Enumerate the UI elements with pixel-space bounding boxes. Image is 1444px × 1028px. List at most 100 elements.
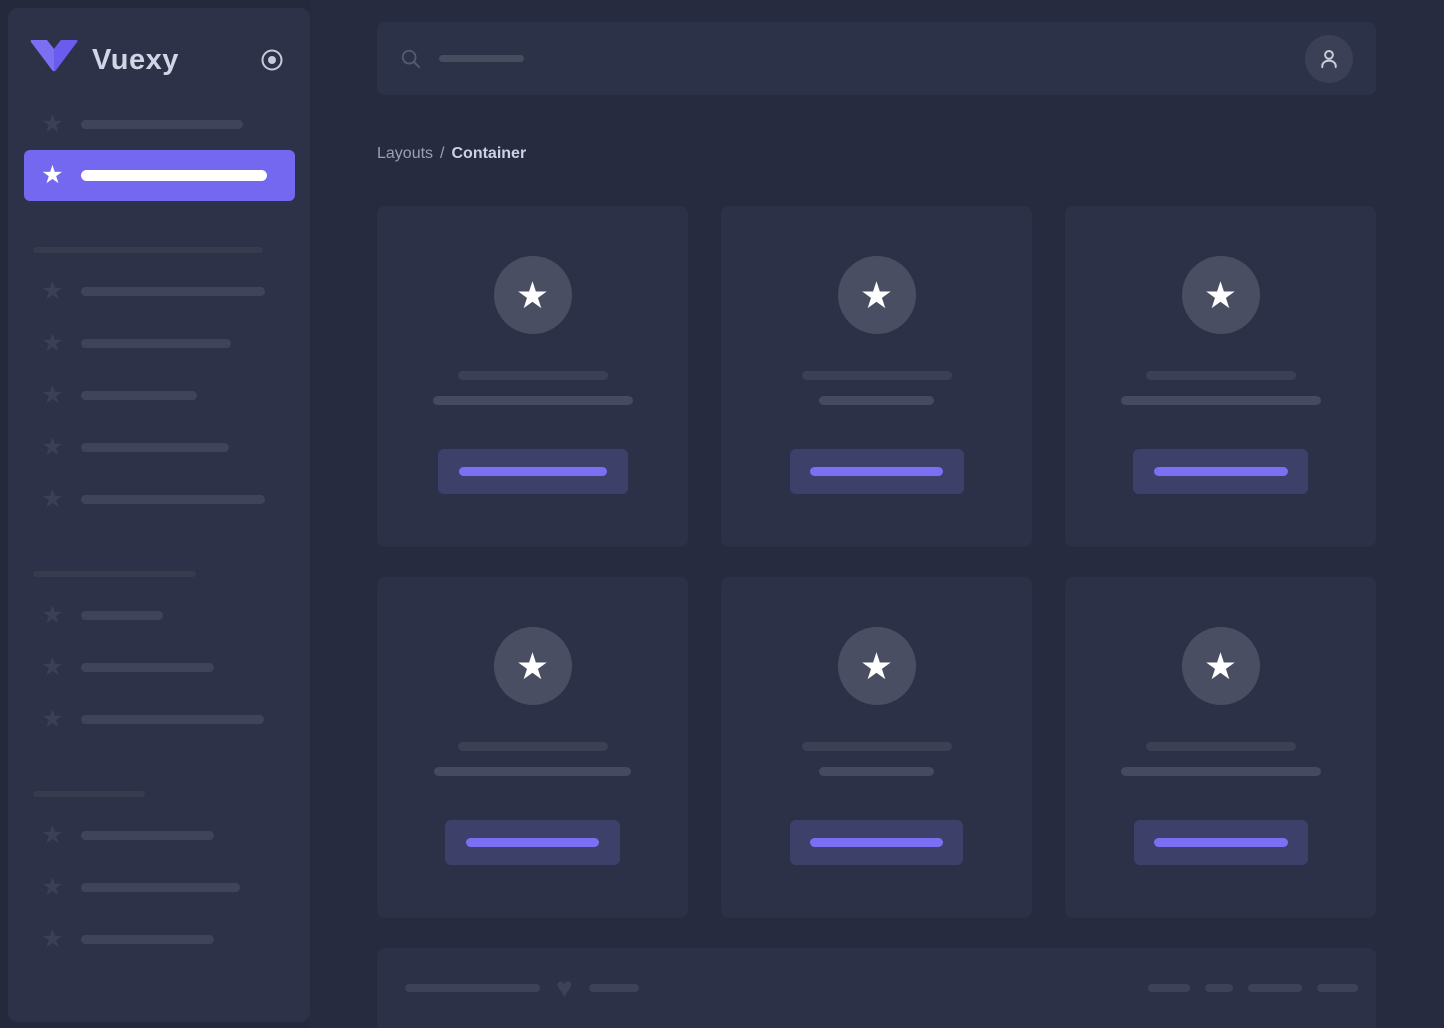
star-icon: ★ bbox=[41, 652, 64, 681]
sidebar-item[interactable]: ★ bbox=[8, 317, 310, 369]
breadcrumb-separator: / bbox=[440, 145, 445, 162]
star-icon: ★ bbox=[41, 380, 64, 409]
section-header-bar bbox=[33, 247, 263, 253]
sidebar-item-label-bar bbox=[81, 610, 163, 620]
menu-pin-toggle-icon[interactable] bbox=[260, 48, 284, 72]
placeholder-card: ★ bbox=[377, 577, 688, 918]
sidebar-item-label-bar bbox=[81, 830, 214, 840]
footer-text-bar bbox=[588, 984, 639, 992]
star-icon: ★ bbox=[41, 820, 64, 849]
sidebar-header: Vuexy bbox=[8, 8, 310, 82]
card-title-bar bbox=[1145, 371, 1296, 380]
card-subtitle-bar bbox=[1120, 767, 1321, 776]
card-button-label-bar bbox=[466, 838, 599, 847]
card-title-bar bbox=[457, 371, 608, 380]
sidebar: Vuexy ★ ★ ★ ★ ★ ★ ★ ★ ★ ★ ★ ★ ★ bbox=[8, 8, 310, 1022]
star-icon: ★ bbox=[1203, 274, 1238, 316]
search-icon bbox=[400, 48, 422, 70]
star-icon: ★ bbox=[41, 872, 64, 901]
footer: ♥ bbox=[377, 948, 1376, 1028]
sidebar-item[interactable]: ★ bbox=[8, 641, 310, 693]
search-placeholder-bar bbox=[439, 55, 524, 62]
placeholder-card: ★ bbox=[721, 206, 1032, 547]
footer-link-bar[interactable] bbox=[1317, 984, 1358, 992]
sidebar-item[interactable]: ★ bbox=[8, 589, 310, 641]
star-icon: ★ bbox=[41, 109, 64, 138]
main-content: Layouts / Container ★ ★ ★ ★ ★ ★ ♥ bbox=[310, 0, 1444, 1028]
card-button-label-bar bbox=[1153, 838, 1288, 847]
sidebar-item-label-bar bbox=[81, 714, 264, 724]
footer-text-bar bbox=[405, 984, 540, 992]
footer-link-bar[interactable] bbox=[1205, 984, 1233, 992]
star-icon: ★ bbox=[859, 645, 894, 687]
search-input[interactable] bbox=[400, 48, 1305, 70]
star-icon: ★ bbox=[515, 645, 550, 687]
card-button[interactable] bbox=[1133, 449, 1308, 494]
card-avatar-circle: ★ bbox=[1181, 627, 1260, 705]
sidebar-item-active[interactable]: ★ bbox=[24, 150, 295, 201]
card-button-label-bar bbox=[810, 467, 943, 476]
sidebar-item[interactable]: ★ bbox=[8, 369, 310, 421]
sidebar-item-label-bar bbox=[81, 286, 265, 296]
card-avatar-circle: ★ bbox=[493, 627, 572, 705]
sidebar-item-label-bar bbox=[81, 442, 229, 452]
sidebar-section-header bbox=[8, 235, 310, 265]
sidebar-item-label-bar bbox=[81, 170, 267, 181]
card-button[interactable] bbox=[1133, 820, 1308, 865]
placeholder-card: ★ bbox=[1065, 577, 1376, 918]
star-icon: ★ bbox=[41, 276, 64, 305]
card-subtitle-bar bbox=[819, 767, 934, 776]
breadcrumb-parent[interactable]: Layouts bbox=[377, 145, 433, 162]
card-title-bar bbox=[1145, 742, 1296, 751]
card-avatar-circle: ★ bbox=[837, 627, 916, 705]
card-button[interactable] bbox=[790, 820, 963, 865]
placeholder-card: ★ bbox=[721, 577, 1032, 918]
star-icon: ★ bbox=[41, 600, 64, 629]
sidebar-item-label-bar bbox=[81, 662, 214, 672]
sidebar-item[interactable]: ★ bbox=[8, 265, 310, 317]
footer-links bbox=[1148, 984, 1358, 992]
vuexy-logo-icon bbox=[30, 40, 78, 80]
card-title-bar bbox=[457, 742, 608, 751]
footer-link-bar[interactable] bbox=[1248, 984, 1302, 992]
star-icon: ★ bbox=[859, 274, 894, 316]
sidebar-item[interactable]: ★ bbox=[8, 98, 310, 150]
sidebar-item[interactable]: ★ bbox=[8, 421, 310, 473]
star-icon: ★ bbox=[41, 704, 64, 733]
card-subtitle-bar bbox=[434, 767, 631, 776]
sidebar-item-label-bar bbox=[81, 119, 243, 129]
sidebar-item[interactable]: ★ bbox=[8, 913, 310, 965]
star-icon: ★ bbox=[41, 924, 64, 953]
top-navbar bbox=[377, 22, 1376, 95]
sidebar-item[interactable]: ★ bbox=[8, 473, 310, 525]
card-button-label-bar bbox=[1153, 467, 1288, 476]
card-button-label-bar bbox=[458, 467, 607, 476]
footer-link-bar[interactable] bbox=[1148, 984, 1190, 992]
card-button[interactable] bbox=[437, 449, 628, 494]
app-window: Vuexy ★ ★ ★ ★ ★ ★ ★ ★ ★ ★ ★ ★ ★ Layouts … bbox=[0, 0, 1444, 1028]
placeholder-card: ★ bbox=[1065, 206, 1376, 547]
card-avatar-circle: ★ bbox=[1181, 256, 1260, 334]
card-title-bar bbox=[801, 371, 952, 380]
sidebar-item[interactable]: ★ bbox=[8, 861, 310, 913]
sidebar-item-label-bar bbox=[81, 338, 231, 348]
card-title-bar bbox=[801, 742, 952, 751]
star-icon: ★ bbox=[41, 484, 64, 513]
placeholder-card: ★ bbox=[377, 206, 688, 547]
sidebar-section-header bbox=[8, 559, 310, 589]
user-avatar[interactable] bbox=[1305, 34, 1353, 83]
card-button[interactable] bbox=[445, 820, 620, 865]
section-header-bar bbox=[33, 791, 145, 797]
app-title: Vuexy bbox=[92, 43, 179, 76]
card-avatar-circle: ★ bbox=[493, 256, 572, 334]
star-icon: ★ bbox=[41, 432, 64, 461]
sidebar-nav: ★ ★ ★ ★ ★ ★ ★ ★ ★ ★ ★ ★ ★ bbox=[8, 82, 310, 965]
sidebar-item[interactable]: ★ bbox=[8, 693, 310, 745]
sidebar-item[interactable]: ★ bbox=[8, 809, 310, 861]
star-icon: ★ bbox=[41, 161, 64, 189]
star-icon: ★ bbox=[41, 328, 64, 357]
sidebar-item-label-bar bbox=[81, 934, 214, 944]
card-button[interactable] bbox=[789, 449, 964, 494]
card-avatar-circle: ★ bbox=[837, 256, 916, 334]
sidebar-section-header bbox=[8, 779, 310, 809]
